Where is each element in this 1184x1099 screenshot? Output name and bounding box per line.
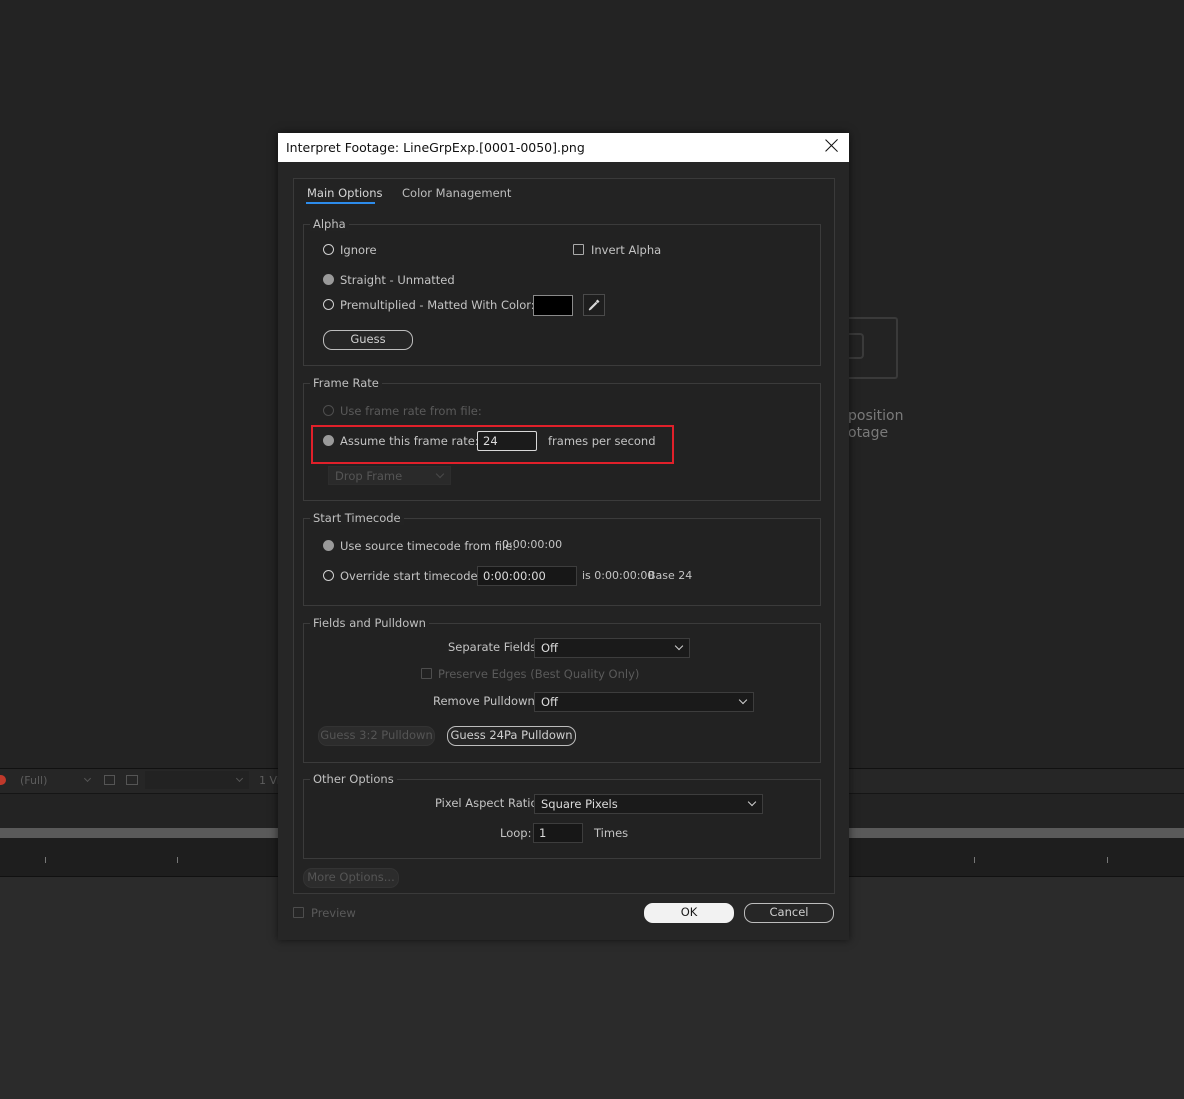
cancel-button[interactable]: Cancel	[744, 903, 834, 923]
eyedropper-button[interactable]	[583, 294, 605, 316]
chevron-down-icon	[435, 469, 445, 479]
chevron-down-icon	[738, 695, 748, 705]
tab-main-options[interactable]: Main Options	[307, 186, 382, 200]
separate-fields-value: Off	[541, 641, 558, 655]
other-options-group-title: Other Options	[310, 772, 397, 786]
chevron-down-icon	[747, 797, 757, 807]
guess-32-pulldown-button[interactable]: Guess 3:2 Pulldown	[318, 726, 435, 746]
camera-select[interactable]	[145, 771, 249, 789]
loop-input[interactable]: 1	[533, 823, 583, 843]
chevron-down-icon	[674, 641, 684, 651]
interpret-footage-dialog: Interpret Footage: LineGrpExp.[0001-0050…	[278, 133, 849, 940]
preview-checkbox[interactable]	[293, 907, 304, 918]
ruler-tick	[177, 857, 178, 863]
ok-button[interactable]: OK	[644, 903, 734, 923]
times-label: Times	[594, 826, 629, 840]
start-timecode-group	[303, 518, 821, 606]
alpha-straight-label: Straight - Unmatted	[340, 273, 455, 287]
separate-fields-label: Separate Fields:	[448, 640, 541, 654]
fields-pulldown-group-title: Fields and Pulldown	[310, 616, 429, 630]
frame-rate-group-title: Frame Rate	[310, 376, 382, 390]
start-timecode-group-title: Start Timecode	[310, 511, 404, 525]
timecode-base-text: Base 24	[648, 569, 693, 582]
use-source-timecode-radio[interactable]	[323, 540, 334, 551]
comp-hint-line1: position	[848, 408, 904, 424]
guess-button[interactable]: Guess	[323, 330, 413, 350]
ruler-tick	[1107, 857, 1108, 863]
more-options-button[interactable]: More Options...	[303, 868, 399, 888]
override-timecode-input[interactable]: 0:00:00:00	[477, 566, 577, 586]
dialog-title: Interpret Footage: LineGrpExp.[0001-0050…	[286, 140, 585, 155]
views-select[interactable]: 1 Vi	[259, 774, 280, 787]
ruler-tick	[974, 857, 975, 863]
override-timecode-label: Override start timecode:	[340, 569, 482, 583]
override-timecode-radio[interactable]	[323, 570, 334, 581]
guess-24pa-pulldown-button[interactable]: Guess 24Pa Pulldown	[447, 726, 576, 746]
preserve-edges-label: Preserve Edges (Best Quality Only)	[438, 667, 640, 681]
frame-rate-input[interactable]: 24	[477, 431, 537, 451]
pixel-aspect-value: Square Pixels	[541, 797, 618, 811]
loop-label: Loop:	[500, 826, 532, 840]
options-panel: Main Options Color Management Alpha Igno…	[293, 178, 835, 894]
preserve-edges-checkbox[interactable]	[421, 668, 432, 679]
fps-label: frames per second	[548, 434, 656, 448]
drop-frame-select[interactable]: Drop Frame	[328, 466, 451, 485]
alpha-premultiplied-radio[interactable]	[323, 299, 334, 310]
eyedropper-icon	[588, 299, 600, 311]
remove-pulldown-label: Remove Pulldown:	[433, 694, 539, 708]
use-file-frame-rate-radio[interactable]	[323, 405, 334, 416]
ruler-tick	[45, 857, 46, 863]
assume-frame-rate-label: Assume this frame rate:	[340, 434, 479, 448]
timecode-is-text: is 0:00:00:00	[582, 569, 655, 582]
invert-alpha-label: Invert Alpha	[591, 243, 662, 257]
tab-active-indicator	[306, 202, 375, 204]
composition-icon	[848, 317, 898, 379]
close-icon[interactable]	[825, 138, 839, 152]
alpha-ignore-radio[interactable]	[323, 244, 334, 255]
transparency-grid-icon[interactable]	[126, 775, 138, 785]
tab-color-management[interactable]: Color Management	[402, 186, 511, 200]
pixel-aspect-select[interactable]: Square Pixels	[534, 794, 763, 814]
alpha-ignore-label: Ignore	[340, 243, 377, 257]
region-icon[interactable]	[104, 775, 115, 785]
use-source-timecode-label: Use source timecode from file:	[340, 539, 517, 553]
comp-hint-line2: otage	[848, 425, 889, 441]
alpha-group-title: Alpha	[310, 217, 349, 231]
other-options-group	[303, 779, 821, 859]
resolution-select[interactable]: (Full)	[20, 774, 47, 787]
alpha-premultiplied-label: Premultiplied - Matted With Color:	[340, 298, 535, 312]
remove-pulldown-select[interactable]: Off	[534, 692, 754, 712]
drop-frame-value: Drop Frame	[335, 469, 403, 483]
use-file-frame-rate-label: Use frame rate from file:	[340, 404, 482, 418]
alpha-straight-radio[interactable]	[323, 274, 334, 285]
dialog-titlebar: Interpret Footage: LineGrpExp.[0001-0050…	[278, 133, 849, 162]
remove-pulldown-value: Off	[541, 695, 558, 709]
source-timecode-value: 0:00:00:00	[502, 538, 563, 551]
invert-alpha-checkbox[interactable]	[573, 244, 584, 255]
separate-fields-select[interactable]: Off	[534, 638, 690, 658]
preview-label: Preview	[311, 906, 356, 920]
pixel-aspect-label: Pixel Aspect Ratio:	[435, 796, 542, 810]
matte-color-swatch[interactable]	[533, 295, 573, 316]
assume-frame-rate-radio[interactable]	[323, 435, 334, 446]
